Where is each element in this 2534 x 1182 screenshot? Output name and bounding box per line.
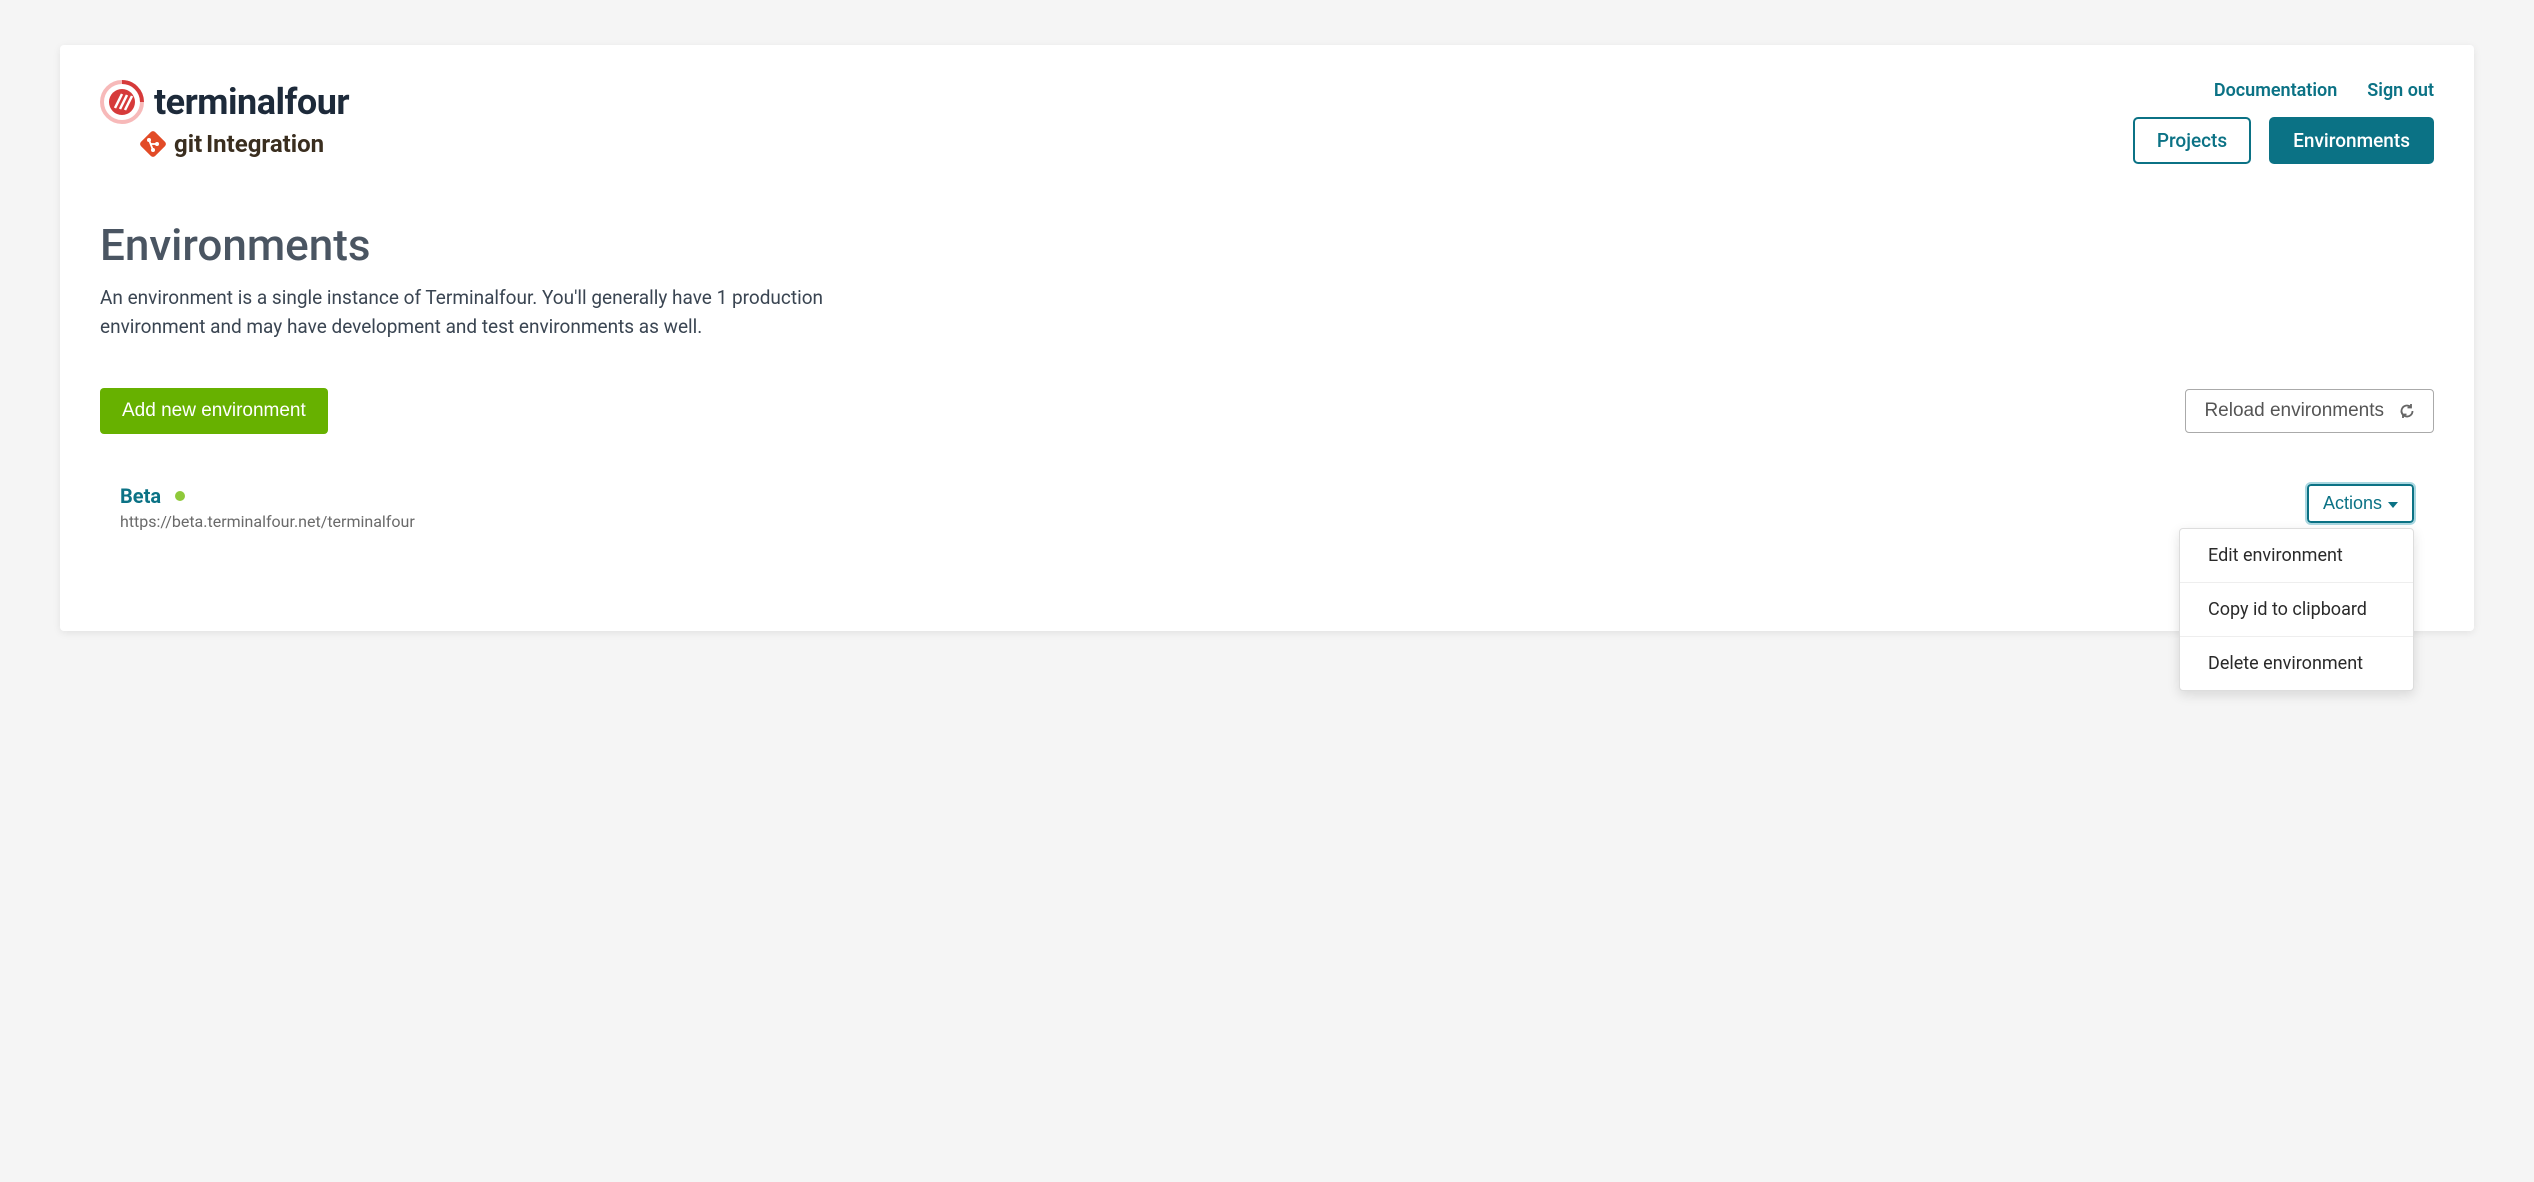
add-environment-button[interactable]: Add new environment xyxy=(100,388,328,434)
documentation-link[interactable]: Documentation xyxy=(2214,80,2337,101)
subtitle-row: git Integration xyxy=(140,130,349,158)
environment-name-link[interactable]: Beta xyxy=(120,484,161,508)
header-right: Documentation Sign out Projects Environm… xyxy=(2133,80,2434,164)
environment-actions: Actions Edit environment Copy id to clip… xyxy=(2307,484,2414,523)
environment-info: Beta https://beta.terminalfour.net/termi… xyxy=(120,484,415,531)
top-links: Documentation Sign out xyxy=(2214,80,2434,101)
refresh-icon xyxy=(2399,403,2415,419)
tab-environments[interactable]: Environments xyxy=(2269,117,2434,164)
page-description: An environment is a single instance of T… xyxy=(100,283,860,342)
edit-environment-item[interactable]: Edit environment xyxy=(2180,529,2413,583)
git-icon xyxy=(140,131,166,157)
actions-label: Actions xyxy=(2323,493,2382,514)
sign-out-link[interactable]: Sign out xyxy=(2367,80,2434,101)
copy-id-item[interactable]: Copy id to clipboard xyxy=(2180,583,2413,637)
environment-url: https://beta.terminalfour.net/terminalfo… xyxy=(120,512,415,531)
environment-name-row: Beta xyxy=(120,484,415,508)
logo-block: terminalfour git Integration xyxy=(100,80,349,158)
brand-row: terminalfour xyxy=(100,80,349,124)
delete-environment-item[interactable]: Delete environment xyxy=(2180,637,2413,690)
actions-dropdown-button[interactable]: Actions xyxy=(2307,484,2414,523)
brand-name: terminalfour xyxy=(154,81,349,123)
action-row: Add new environment Reload environments xyxy=(100,388,2434,434)
tab-projects[interactable]: Projects xyxy=(2133,117,2251,164)
status-indicator-icon xyxy=(175,491,185,501)
environment-list: Beta https://beta.terminalfour.net/termi… xyxy=(100,484,2434,531)
caret-down-icon xyxy=(2388,502,2398,508)
terminalfour-logo-icon xyxy=(100,80,144,124)
header: terminalfour git Integration Documentati… xyxy=(100,80,2434,164)
environment-row: Beta https://beta.terminalfour.net/termi… xyxy=(120,484,2414,531)
reload-environments-button[interactable]: Reload environments xyxy=(2185,389,2434,433)
subtitle-git: git Integration xyxy=(174,130,324,158)
actions-dropdown-menu: Edit environment Copy id to clipboard De… xyxy=(2179,528,2414,691)
main-card: terminalfour git Integration Documentati… xyxy=(60,45,2474,631)
reload-label: Reload environments xyxy=(2204,400,2384,422)
page-title: Environments xyxy=(100,219,2434,271)
nav-tabs: Projects Environments xyxy=(2133,117,2434,164)
